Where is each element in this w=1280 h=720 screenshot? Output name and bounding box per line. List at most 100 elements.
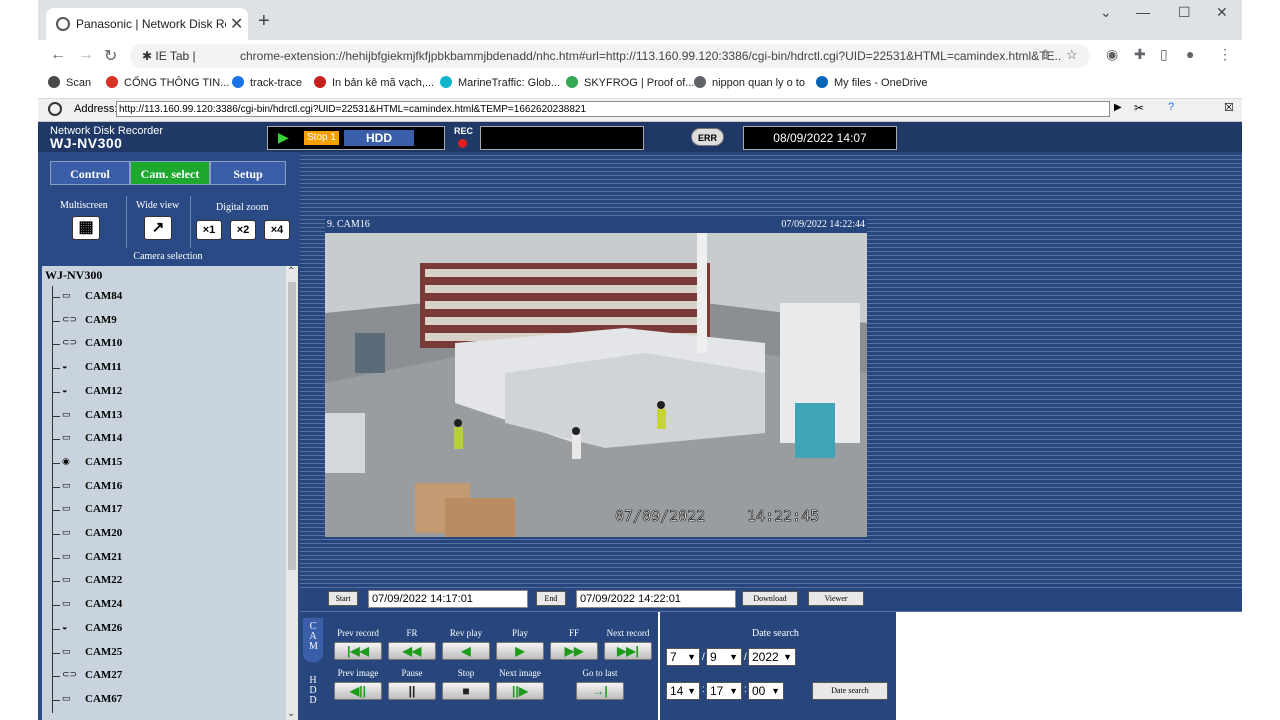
bookmark-item[interactable]: CỔNG THÔNG TIN... — [106, 76, 229, 89]
zoom-x1-button[interactable]: ×1 — [196, 220, 222, 240]
camera-tree-item[interactable]: ▭ CAM22 — [42, 570, 282, 595]
camera-tree-item[interactable]: ◒ CAM26 — [42, 617, 282, 642]
tab-setup[interactable]: Setup — [210, 161, 286, 185]
scroll-up-icon[interactable]: ⌃ — [287, 266, 295, 277]
camera-tree-item[interactable]: ▭ CAM24 — [42, 594, 282, 619]
new-tab-icon[interactable]: + — [258, 10, 270, 33]
bookmark-item[interactable]: track-trace — [232, 76, 302, 89]
bookmark-item[interactable]: In bản kê mã vạch,... — [314, 76, 434, 89]
camera-tree-item[interactable]: ▭ CAM21 — [42, 546, 282, 571]
omnibox[interactable]: ✱ IE Tab | chrome-extension://hehijbfgie… — [130, 44, 1090, 68]
playback-glyph-icon: ◀|| — [350, 684, 366, 698]
download-button[interactable]: Download — [742, 591, 798, 606]
date-search-button[interactable]: Date search — [812, 682, 888, 700]
multiscreen-button[interactable]: ▦ — [72, 216, 100, 240]
close-window-icon[interactable]: ✕ — [1216, 4, 1228, 21]
camera-tree-item[interactable]: ▭ CAM20 — [42, 523, 282, 547]
camera-tree-item[interactable]: ▭ CAM16 — [42, 475, 282, 500]
minimize-icon[interactable]: — — [1136, 4, 1150, 20]
tab-cam-select[interactable]: Cam. select — [130, 161, 210, 185]
browser-window: Panasonic | Network Disk Recorder ✕ + ⌄ … — [38, 0, 1242, 720]
tools-icon[interactable]: ✂ — [1134, 101, 1144, 115]
bookmark-item[interactable]: My files - OneDrive — [816, 76, 928, 89]
omnibox-url[interactable]: chrome-extension://hehijbfgiekmjfkfjpbkb… — [240, 49, 1060, 63]
camera-tree-item[interactable]: ◒ CAM11 — [42, 357, 282, 382]
camera-tree-item[interactable]: ▭ CAM67 — [42, 688, 282, 713]
camera-video-feed[interactable]: 07/09/2022 14:22:45 — [325, 233, 867, 537]
tree-branch — [52, 605, 60, 607]
tree-branch — [52, 462, 60, 464]
tree-root[interactable]: WJ-NV300 — [45, 268, 102, 283]
menu-icon[interactable]: ⋮ — [1218, 46, 1232, 63]
camera-list-scrollbar[interactable]: ⌃ ⌄ — [286, 266, 298, 720]
end-button[interactable]: End — [536, 591, 566, 606]
bookmark-item[interactable]: nippon quan ly o to — [694, 76, 805, 89]
tree-branch — [52, 391, 60, 393]
camera-tree-item[interactable]: ◒ CAM12 — [42, 380, 282, 405]
rev-play-button[interactable]: ◀ — [442, 642, 490, 660]
maximize-icon[interactable]: ☐ — [1178, 4, 1191, 21]
profile-icon[interactable]: ● — [1186, 46, 1194, 62]
next-record-button[interactable]: ▶▶| — [604, 642, 652, 660]
puzzle-icon[interactable]: ✚ — [1134, 46, 1146, 63]
scroll-thumb[interactable] — [288, 282, 296, 570]
second-value: 00 — [752, 684, 766, 698]
ie-address-bar: Address: http://113.160.99.120:3386/cgi-… — [38, 99, 1242, 122]
pause-button[interactable]: || — [388, 682, 436, 700]
end-datetime-input[interactable]: 07/09/2022 14:22:01 — [576, 590, 736, 608]
minute-select[interactable]: 17 ▼ — [706, 682, 742, 700]
error-button[interactable]: ERR — [691, 128, 724, 146]
address-input[interactable]: http://113.160.99.120:3386/cgi-bin/hdrct… — [116, 101, 1110, 117]
hdd-tab-label[interactable]: HDD — [303, 676, 323, 706]
start-button[interactable]: Start — [328, 591, 358, 606]
zoom-x2-button[interactable]: ×2 — [230, 220, 256, 240]
digital-zoom-label: Digital zoom — [216, 202, 269, 213]
camera-tree-item[interactable]: ◉ CAM15 — [42, 451, 282, 476]
prev-record-button[interactable]: |◀◀ — [334, 642, 382, 660]
camera-tree-item[interactable]: ⊂⊃ CAM9 — [42, 309, 282, 334]
play-button[interactable]: ▶ — [496, 642, 544, 660]
stop-button[interactable]: ■ — [442, 682, 490, 700]
extension-icon[interactable]: ◉ — [1106, 46, 1118, 63]
forward-icon[interactable]: → — [78, 46, 94, 64]
hour-select[interactable]: 14 ▼ — [666, 682, 700, 700]
close-address-icon[interactable]: ☒ — [1224, 101, 1234, 114]
wide-view-button[interactable]: ↗ — [144, 216, 172, 240]
reload-icon[interactable]: ↻ — [104, 46, 117, 66]
ff-button[interactable]: ▶▶ — [550, 642, 598, 660]
next-image-button[interactable]: ||▶ — [496, 682, 544, 700]
bookmark-item[interactable]: SKYFROG | Proof of... — [566, 76, 694, 89]
start-datetime-input[interactable]: 07/09/2022 14:17:01 — [368, 590, 528, 608]
year-select[interactable]: 2022 ▼ — [748, 648, 796, 666]
back-icon[interactable]: ← — [50, 46, 66, 64]
prev-image-button[interactable]: ◀|| — [334, 682, 382, 700]
day-select[interactable]: 9 ▼ — [706, 648, 742, 666]
camera-tree-item[interactable]: ▭ CAM14 — [42, 428, 282, 453]
camera-tree-item[interactable]: ▭ CAM84 — [42, 286, 282, 310]
camera-tree-item[interactable]: ▭ CAM13 — [42, 404, 282, 429]
browser-tab[interactable]: Panasonic | Network Disk Recorder ✕ — [46, 8, 248, 40]
camera-tree-item[interactable]: ⊂⊃ CAM10 — [42, 333, 282, 358]
month-select[interactable]: 7 ▼ — [666, 648, 700, 666]
tab-search-chevron-icon[interactable]: ⌄ — [1100, 4, 1112, 21]
share-icon[interactable]: ⇪ — [1040, 47, 1051, 63]
camera-tree-item[interactable]: ⊂⊃ CAM27 — [42, 665, 282, 690]
fr-button[interactable]: ◀◀ — [388, 642, 436, 660]
side-panel-icon[interactable]: ▯ — [1160, 46, 1168, 63]
go-icon[interactable]: ▶ — [1114, 102, 1122, 113]
tree-branch — [52, 344, 60, 346]
zoom-x4-button[interactable]: ×4 — [264, 220, 290, 240]
bookmark-item[interactable]: Scan — [48, 76, 91, 89]
camera-label: CAM17 — [85, 503, 123, 516]
second-select[interactable]: 00 ▼ — [748, 682, 784, 700]
camera-tree-item[interactable]: ▭ CAM17 — [42, 499, 282, 524]
viewer-button[interactable]: Viewer — [808, 591, 864, 606]
bookmark-item[interactable]: MarineTraffic: Glob... — [440, 76, 560, 89]
tab-control[interactable]: Control — [50, 161, 130, 185]
help-icon[interactable]: ? — [1168, 101, 1174, 113]
go-to-last-button[interactable]: →| — [576, 682, 624, 700]
bookmark-star-icon[interactable]: ☆ — [1066, 47, 1078, 63]
close-tab-icon[interactable]: ✕ — [230, 14, 243, 34]
camera-tree-item[interactable]: ▭ CAM25 — [42, 641, 282, 666]
scroll-down-icon[interactable]: ⌄ — [287, 708, 295, 719]
